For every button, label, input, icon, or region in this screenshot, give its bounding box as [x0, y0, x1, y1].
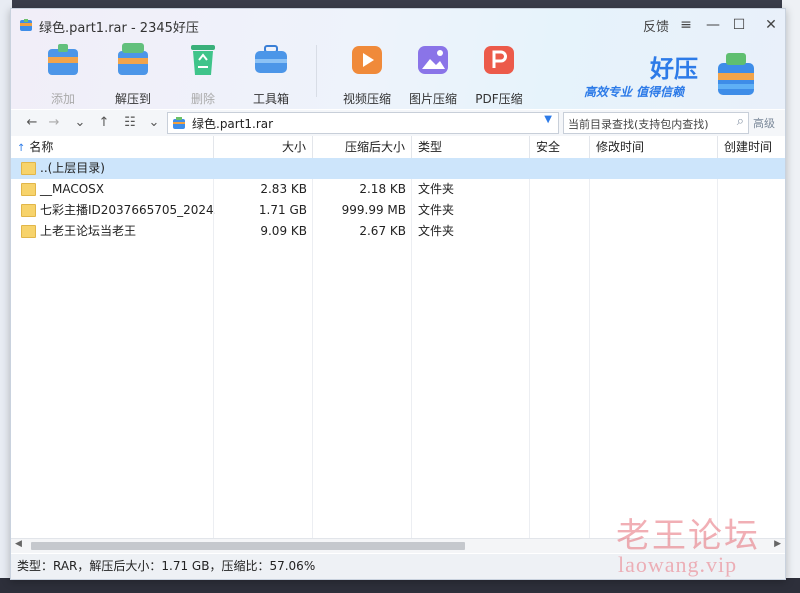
app-icon [20, 19, 32, 31]
toolbox-button[interactable]: 工具箱 [241, 41, 301, 106]
advanced-search-link[interactable]: 高级 [753, 115, 775, 131]
table-row[interactable]: 上老王论坛当老王 9.09 KB 2.67 KB 文件夹 [11, 221, 785, 242]
file-name-cell: __MACOSX [15, 179, 215, 200]
close-button[interactable]: ✕ [759, 14, 783, 36]
back-arrow-icon[interactable]: ← [23, 114, 41, 132]
titlebar: 绿色.part1.rar - 2345好压 反馈 ≡ — ☐ ✕ 添加 解压到 [11, 9, 785, 109]
file-size: 2.83 KB [260, 182, 307, 196]
menu-icon[interactable]: ≡ [675, 14, 697, 36]
column-packed-size[interactable]: 压缩后大小 [313, 136, 412, 158]
maximize-button[interactable]: ☐ [727, 14, 751, 36]
table-row[interactable]: 七彩主播ID2037665705_2024... 1.71 GB 999.99 … [11, 200, 785, 221]
brand-slogan: 高效专业 值得信赖 [584, 85, 685, 99]
image-compress-button[interactable]: 图片压缩 [403, 41, 463, 106]
toolbar-separator [316, 45, 317, 97]
file-type: 文件夹 [418, 203, 455, 217]
search-input[interactable]: 当前目录查找(支持包内查找) ⌕ [563, 112, 749, 134]
column-type[interactable]: 类型 [412, 136, 530, 158]
scroll-right-icon[interactable]: ▶ [774, 539, 781, 549]
brand-name: 好压 [650, 55, 698, 83]
view-dropdown-icon[interactable]: ⌄ [145, 114, 163, 132]
column-modified[interactable]: 修改时间 [590, 136, 718, 158]
forward-arrow-icon[interactable]: → [45, 114, 63, 132]
recycle-bin-icon [191, 45, 215, 75]
column-name-label: 名称 [29, 140, 54, 154]
folder-icon [21, 204, 36, 217]
image-compress-icon [418, 46, 448, 74]
column-security[interactable]: 安全 [530, 136, 590, 158]
file-type: 文件夹 [418, 224, 455, 238]
file-type: 文件夹 [418, 182, 455, 196]
video-compress-button[interactable]: 视频压缩 [337, 41, 397, 106]
parent-directory-row[interactable]: ..(上层目录) [11, 158, 785, 179]
file-name: 七彩主播ID2037665705_2024... [40, 203, 215, 217]
toolbox-label: 工具箱 [252, 92, 289, 106]
view-mode-icon[interactable]: ☷ [121, 114, 139, 132]
file-name-cell: ..(上层目录) [15, 158, 215, 179]
folder-icon [21, 225, 36, 238]
file-packed-size: 2.67 KB [359, 224, 406, 238]
file-packed-size: 999.99 MB [341, 203, 406, 217]
path-bar[interactable]: 绿色.part1.rar ▼ [167, 112, 559, 134]
file-list: ..(上层目录) __MACOSX 2.83 KB 2.18 KB 文件夹 七彩… [11, 158, 785, 538]
navigation-bar: ← → ⌄ ↑ ☷ ⌄ 绿色.part1.rar ▼ 当前目录查找(支持包内查找… [11, 110, 785, 137]
extract-button[interactable]: 解压到 [103, 41, 163, 106]
archive-window: 绿色.part1.rar - 2345好压 反馈 ≡ — ☐ ✕ 添加 解压到 [10, 8, 786, 580]
toolbox-icon [255, 45, 287, 73]
file-name-cell: 七彩主播ID2037665705_2024... [15, 200, 215, 221]
add-label: 添加 [50, 92, 75, 106]
search-icon[interactable]: ⌕ [737, 114, 744, 129]
minimize-button[interactable]: — [701, 14, 725, 36]
extract-icon [118, 43, 148, 75]
file-size: 1.71 GB [258, 203, 307, 217]
column-size[interactable]: 大小 [214, 136, 313, 158]
video-compress-label: 视频压缩 [342, 92, 391, 106]
file-packed-size: 2.18 KB [359, 182, 406, 196]
brand-area: 好压 高效专业 值得信赖 [584, 45, 784, 105]
add-archive-icon [48, 44, 78, 75]
video-compress-icon [352, 46, 382, 74]
folder-icon [21, 183, 36, 196]
archive-icon [173, 117, 185, 129]
search-placeholder: 当前目录查找(支持包内查找) [568, 118, 709, 131]
scrollbar-thumb[interactable] [31, 542, 465, 550]
file-list-header: ↑ 名称 大小 压缩后大小 类型 安全 修改时间 创建时间 [11, 136, 785, 159]
file-name: 上老王论坛当老王 [40, 224, 137, 238]
pdf-compress-button[interactable]: PDF压缩 [469, 41, 529, 106]
delete-button[interactable]: 删除 [173, 41, 233, 106]
pdf-compress-label: PDF压缩 [475, 92, 523, 106]
sort-ascending-icon: ↑ [17, 143, 26, 154]
path-text: 绿色.part1.rar [192, 117, 274, 131]
scroll-left-icon[interactable]: ◀ [15, 539, 22, 549]
folder-icon [21, 162, 36, 175]
pdf-compress-icon [484, 46, 514, 74]
file-name-cell: 上老王论坛当老王 [15, 221, 215, 242]
table-row[interactable]: __MACOSX 2.83 KB 2.18 KB 文件夹 [11, 179, 785, 200]
path-dropdown-icon[interactable]: ▼ [544, 114, 552, 125]
delete-label: 删除 [190, 92, 215, 106]
column-name[interactable]: ↑ 名称 [11, 136, 214, 158]
file-name: ..(上层目录) [40, 161, 105, 175]
watermark-text: 老王论坛 [616, 516, 760, 556]
watermark-url: laowang.vip [618, 552, 738, 577]
file-name: __MACOSX [40, 182, 105, 196]
extract-label: 解压到 [114, 92, 151, 106]
file-size: 9.09 KB [260, 224, 307, 238]
up-arrow-icon[interactable]: ↑ [95, 114, 113, 132]
column-created[interactable]: 创建时间 [718, 136, 785, 158]
window-title: 绿色.part1.rar - 2345好压 [39, 21, 199, 36]
add-button[interactable]: 添加 [33, 41, 93, 106]
brand-logo-icon [718, 53, 754, 95]
image-compress-label: 图片压缩 [408, 92, 457, 106]
chevron-down-icon[interactable]: ⌄ [71, 114, 89, 132]
feedback-button[interactable]: 反馈 [641, 14, 671, 36]
background-bottom [0, 578, 800, 593]
